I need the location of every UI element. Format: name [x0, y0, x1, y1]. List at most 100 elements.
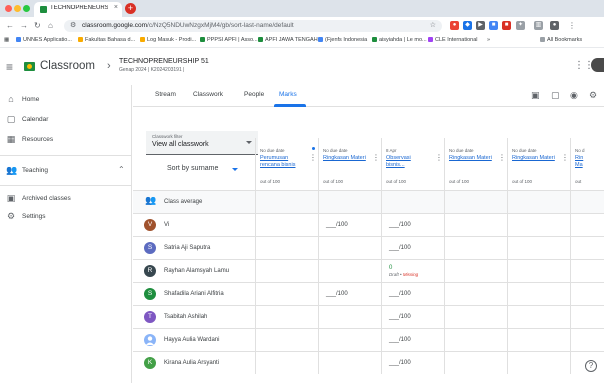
extension-icon[interactable]: ■ — [502, 21, 511, 30]
column-title-link[interactable]: Perumusan rencana bisnis — [260, 155, 304, 169]
assignment-column-header[interactable]: No due date Ringkasan Materi out of 100 … — [444, 138, 507, 190]
grade-cell[interactable]: ___/100 — [381, 214, 444, 236]
drive-folder-icon[interactable]: ◉ — [570, 90, 578, 101]
student-row[interactable]: S Shafadila Ariani Alfitria ___/100 ___/… — [133, 282, 604, 305]
sort-dropdown[interactable]: Sort by surname — [159, 159, 245, 179]
chevron-up-icon[interactable]: ⌃ — [118, 165, 125, 174]
class-settings-icon[interactable]: ⚙ — [589, 90, 597, 101]
more-bookmarks-button[interactable]: » — [487, 37, 490, 43]
grade-cell[interactable] — [318, 329, 381, 351]
classroom-brand[interactable]: Classroom — [40, 60, 95, 72]
browser-tab[interactable]: TECHNOPRENEURSHIP 51 ... × — [34, 2, 122, 17]
student-name[interactable]: Satria Aji Saputra — [164, 245, 210, 251]
calendar-icon[interactable]: ▢ — [551, 90, 560, 101]
grade-cell[interactable] — [255, 237, 318, 259]
tab-marks[interactable]: Marks — [279, 91, 297, 98]
column-title-link[interactable]: Ringkasan Materi — [323, 155, 367, 162]
bookmark-item[interactable]: PPPSI APFI | Asso... — [200, 37, 258, 43]
tab-classwork[interactable]: Classwork — [193, 91, 223, 98]
extension-icon[interactable]: ◆ — [463, 21, 472, 30]
window-close-button[interactable] — [5, 5, 12, 12]
grade-cell[interactable] — [444, 352, 507, 374]
grade-cell[interactable]: ___/100 — [318, 214, 381, 236]
grade-cell[interactable] — [570, 283, 604, 305]
sidebar-item-teaching[interactable]: 👥 Teaching ⌃ — [0, 161, 131, 181]
grade-cell[interactable] — [444, 237, 507, 259]
grade-cell[interactable] — [255, 283, 318, 305]
column-menu-icon[interactable]: ⋮ — [372, 153, 380, 162]
menu-dots-icon[interactable]: ⋮ — [568, 21, 576, 30]
tab-stream[interactable]: Stream — [155, 91, 176, 98]
grade-cell[interactable] — [570, 306, 604, 328]
extension-icon[interactable]: ▶ — [476, 21, 485, 30]
grade-cell[interactable] — [255, 352, 318, 374]
window-zoom-button[interactable] — [23, 5, 30, 12]
bookmark-star-icon[interactable]: ☆ — [430, 21, 436, 29]
grade-cell[interactable] — [444, 329, 507, 351]
sidebar-item-archived[interactable]: ▣ Archived classes — [0, 189, 131, 209]
help-button[interactable]: ? — [585, 360, 597, 372]
tab-people[interactable]: People — [244, 91, 264, 98]
grade-cell[interactable] — [507, 352, 570, 374]
grade-cell[interactable]: ___/100 — [381, 283, 444, 305]
grade-cell[interactable] — [255, 329, 318, 351]
grade-cell[interactable]: ___/100 — [381, 352, 444, 374]
grade-cell[interactable] — [318, 352, 381, 374]
reload-icon[interactable]: ↻ — [34, 21, 41, 30]
main-menu-icon[interactable]: ≡ — [6, 60, 13, 74]
grade-cell[interactable] — [255, 214, 318, 236]
bookmark-item[interactable]: Fakultas Bahasa d... — [78, 37, 135, 43]
extension-icon[interactable]: ■ — [489, 21, 498, 30]
student-row[interactable]: Hayya Aulia Wardani ___/100 — [133, 328, 604, 351]
grade-cell[interactable]: ___/100 — [381, 237, 444, 259]
column-menu-icon[interactable]: ⋮ — [498, 153, 506, 162]
column-title-link[interactable]: Rin Ma — [575, 155, 589, 169]
student-row[interactable]: R Rayhan Alamsyah Lamu 0 Draft • Missing — [133, 259, 604, 282]
bookmark-item[interactable]: CLE International — [428, 37, 478, 43]
bookmark-item[interactable]: UNNES Applicatio... — [16, 37, 72, 43]
student-row[interactable]: S Satria Aji Saputra ___/100 — [133, 236, 604, 259]
student-name[interactable]: Kirana Aulia Arsyanti — [164, 360, 219, 366]
column-menu-icon[interactable]: ⋮ — [309, 153, 317, 162]
grade-cell[interactable] — [444, 283, 507, 305]
grade-cell[interactable] — [318, 237, 381, 259]
grade-cell[interactable] — [444, 260, 507, 282]
grade-cell[interactable] — [570, 329, 604, 351]
sidebar-item-settings[interactable]: ⚙ Settings — [0, 207, 131, 227]
grade-cell[interactable] — [255, 260, 318, 282]
grade-cell[interactable] — [507, 283, 570, 305]
profile-icon[interactable]: ● — [550, 21, 559, 30]
site-info-icon[interactable]: ⚙ — [70, 21, 76, 29]
column-title-link[interactable]: Ringkasan Materi — [449, 155, 493, 162]
sidebar-item-resources[interactable]: ▦ Resources — [0, 130, 131, 150]
grade-cell[interactable]: ___/100 — [381, 329, 444, 351]
assignment-column-header[interactable]: 8 Apr Observasi bisnis... out of 100 ⋮ — [381, 138, 444, 190]
tab-close-icon[interactable]: × — [114, 4, 118, 11]
column-menu-icon[interactable]: ⋮ — [435, 153, 443, 162]
all-bookmarks-item[interactable]: All Bookmarks — [540, 37, 582, 43]
assignment-column-header[interactable]: No due date Ringkasan Materi out of 100 … — [318, 138, 381, 190]
student-name[interactable]: Tsabitah Ashilah — [164, 314, 207, 320]
classwork-filter-dropdown[interactable]: Classwork filter View all classwork — [146, 131, 258, 155]
window-minimize-button[interactable] — [14, 5, 21, 12]
student-name[interactable]: Rayhan Alamsyah Lamu — [164, 268, 229, 274]
assignment-column-header[interactable]: No due date Perumusan rencana bisnis out… — [255, 138, 318, 190]
gradebook-sheet-icon[interactable]: ▣ — [531, 90, 540, 101]
student-name[interactable]: Vi — [164, 222, 169, 228]
grade-cell[interactable] — [570, 237, 604, 259]
new-tab-button[interactable]: + — [125, 3, 136, 14]
assignment-column-header[interactable]: No d Rin Ma out — [570, 138, 604, 190]
grade-cell[interactable] — [255, 306, 318, 328]
grade-cell[interactable] — [318, 306, 381, 328]
student-row[interactable]: K Kirana Aulia Arsyanti ___/100 — [133, 351, 604, 374]
student-name[interactable]: Shafadila Ariani Alfitria — [164, 291, 224, 297]
column-title-link[interactable]: Observasi bisnis... — [386, 155, 430, 169]
grade-cell[interactable] — [507, 214, 570, 236]
address-bar[interactable]: ⚙ classroom.google.com/c/NzQ5NDUwNzgxMjM… — [64, 20, 442, 32]
grade-cell[interactable] — [507, 306, 570, 328]
grade-cell[interactable]: 0 Draft • Missing — [381, 260, 444, 282]
grade-cell[interactable] — [444, 214, 507, 236]
classroom-logo-icon[interactable] — [24, 62, 35, 71]
home-icon[interactable]: ⌂ — [48, 21, 53, 30]
extension-icon[interactable]: ● — [450, 21, 459, 30]
